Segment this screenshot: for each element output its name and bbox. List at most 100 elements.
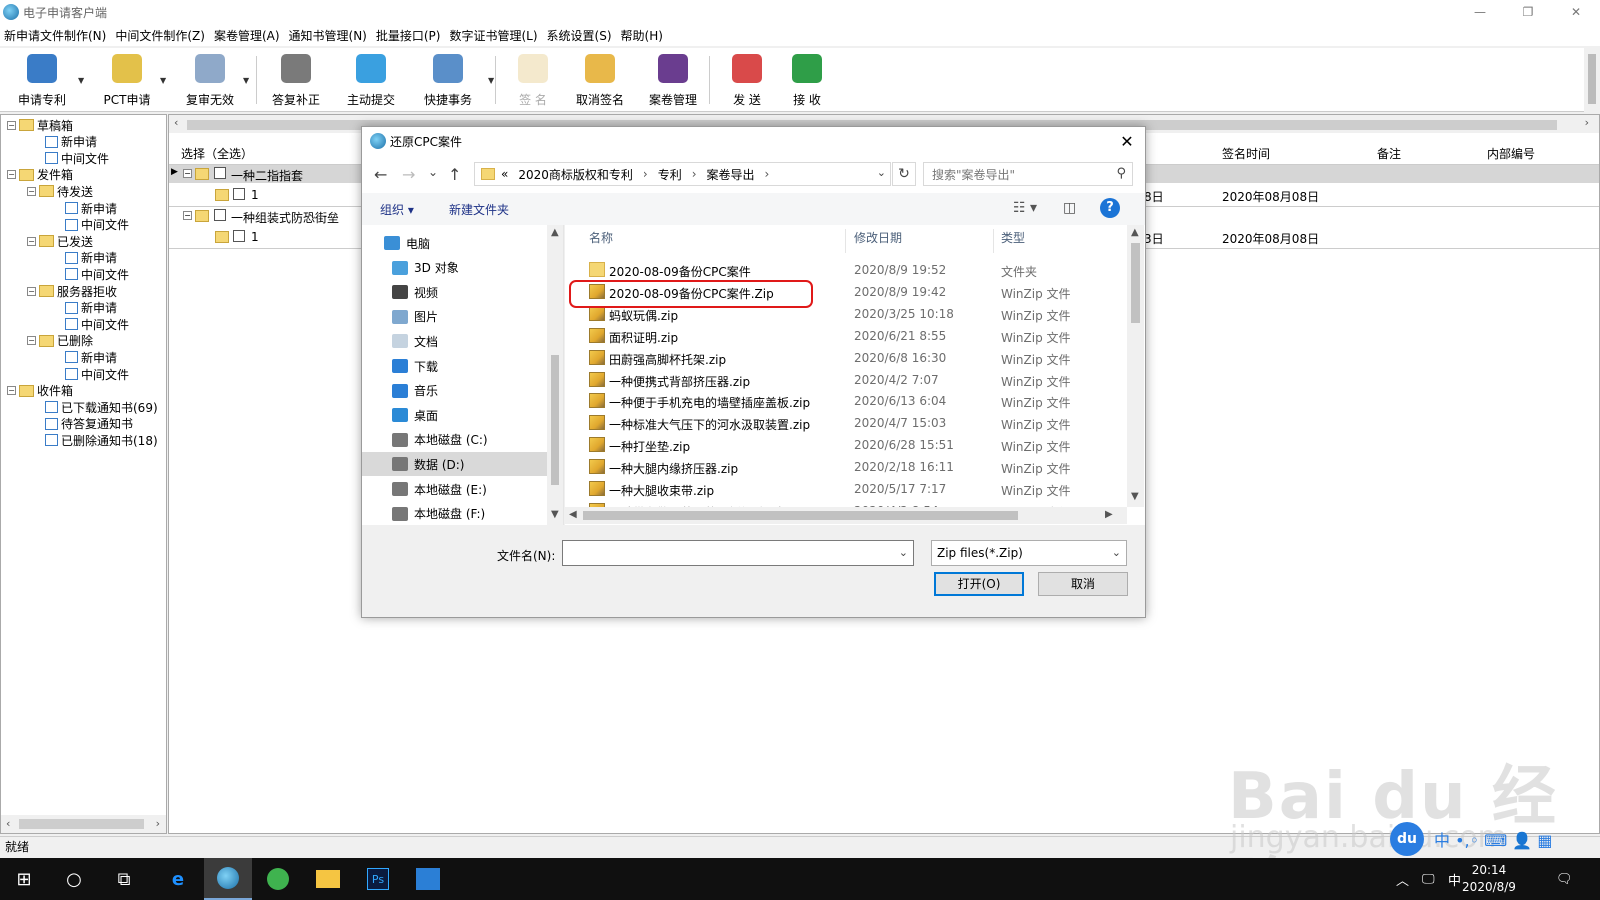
tree-node[interactable]: 中间文件 xyxy=(45,150,109,166)
restore-button[interactable]: ❐ xyxy=(1504,0,1552,24)
tree-horizontal-scrollbar[interactable]: ‹ › xyxy=(1,815,166,833)
column-header-note[interactable]: 备注 xyxy=(1377,145,1401,163)
toolbar-button-10[interactable]: 接 收 xyxy=(777,52,837,108)
file-row[interactable]: 一种打坐垫.zip 2020/6/28 15:51 WinZip 文件 xyxy=(565,434,1110,456)
collapse-icon[interactable]: − xyxy=(7,120,16,130)
breadcrumb-item[interactable]: 2020商标版权和专利 xyxy=(518,166,633,183)
nav-item[interactable]: 文档 xyxy=(362,329,547,353)
dropdown-arrow-icon[interactable]: ▼ xyxy=(160,76,166,85)
minimize-button[interactable]: — xyxy=(1456,0,1504,24)
menu-case-management[interactable]: 案卷管理(A) xyxy=(214,27,280,44)
column-header-date[interactable]: 修改日期 xyxy=(854,229,902,253)
nav-item[interactable]: 下载 xyxy=(362,354,547,378)
tree-node[interactable]: 新申请 xyxy=(65,250,117,266)
breadcrumb-item[interactable]: 专利 xyxy=(658,166,682,183)
column-header-sign-time[interactable]: 签名时间 xyxy=(1222,145,1270,163)
tree-node[interactable]: − 发件箱 xyxy=(7,167,73,183)
collapse-icon[interactable]: − xyxy=(27,286,36,296)
file-row[interactable]: 田蔚强高脚杯托架.zip 2020/6/8 16:30 WinZip 文件 xyxy=(565,347,1110,369)
cpc-client-button[interactable] xyxy=(204,858,252,900)
close-button[interactable]: ✕ xyxy=(1552,0,1600,24)
file-row[interactable]: 一种便携式背部挤压器.zip 2020/4/2 7:07 WinZip 文件 xyxy=(565,369,1110,391)
file-explorer-button[interactable] xyxy=(304,858,352,900)
toolbar-button-4[interactable]: 主动提交 xyxy=(341,52,401,108)
cancel-button[interactable]: 取消 xyxy=(1038,572,1128,596)
organize-button[interactable]: 组织 ▾ xyxy=(380,201,414,218)
ime-toolbar[interactable]: du 中 •,◦ ⌨ 👤 ▦ xyxy=(1390,822,1552,856)
tray-expand-icon[interactable]: ︿ xyxy=(1396,858,1409,900)
search-button[interactable]: ○ xyxy=(50,858,98,900)
tree-node[interactable]: 待答复通知书 xyxy=(45,416,133,432)
edge-button[interactable]: e xyxy=(154,858,202,900)
menu-help[interactable]: 帮助(H) xyxy=(621,27,663,44)
nav-item[interactable]: 视频 xyxy=(362,280,547,304)
up-arrow-icon[interactable]: ↑ xyxy=(448,165,461,184)
breadcrumb-overflow[interactable]: « xyxy=(501,167,508,181)
tree-node[interactable]: − 待发送 xyxy=(27,183,93,199)
toolbar-button-9[interactable]: 发 送 xyxy=(717,52,777,108)
dialog-close-button[interactable]: ✕ xyxy=(1109,127,1145,155)
browser-button[interactable] xyxy=(254,858,302,900)
dropdown-arrow-icon[interactable]: ▼ xyxy=(488,76,494,85)
nav-item[interactable]: 电脑 xyxy=(362,231,547,255)
tree-node[interactable]: 新申请 xyxy=(65,349,117,365)
toolbar-button-0[interactable]: 申请专利 xyxy=(12,52,72,108)
tree-node[interactable]: 中间文件 xyxy=(65,366,129,382)
menu-certificate-management[interactable]: 数字证书管理(L) xyxy=(449,27,537,44)
tree-node[interactable]: − 已发送 xyxy=(27,233,93,249)
filetype-select[interactable]: Zip files(*.Zip) ⌄ xyxy=(931,540,1127,566)
row-checkbox[interactable] xyxy=(214,167,226,179)
menu-notice-management[interactable]: 通知书管理(N) xyxy=(289,27,367,44)
nav-item[interactable]: 音乐 xyxy=(362,379,547,403)
tree-node[interactable]: 新申请 xyxy=(65,200,117,216)
file-list-vertical-scrollbar[interactable]: ▲ ▼ xyxy=(1127,225,1144,507)
file-row[interactable]: 2020-08-09备份CPC案件 2020/8/9 19:52 文件夹 xyxy=(565,259,1110,281)
ime-controls[interactable]: 中 •,◦ ⌨ 👤 ▦ xyxy=(1434,827,1552,851)
tree-node[interactable]: − 草稿箱 xyxy=(7,117,73,133)
file-list-horizontal-scrollbar[interactable]: ◀ ▶ xyxy=(565,507,1127,524)
row-checkbox[interactable] xyxy=(233,188,245,200)
toolbar-button-8[interactable]: 案卷管理 xyxy=(643,52,703,108)
menu-system-settings[interactable]: 系统设置(S) xyxy=(547,27,612,44)
collapse-icon[interactable]: − xyxy=(7,170,16,180)
nav-item[interactable]: 桌面 xyxy=(362,403,547,427)
address-bar[interactable]: « 2020商标版权和专利 › 专利 › 案卷导出 › ⌄ xyxy=(474,162,891,186)
photoshop-button[interactable]: Ps xyxy=(354,858,402,900)
view-options-icon[interactable]: ☷ ▾ xyxy=(1013,200,1037,216)
chevron-right-icon[interactable]: › xyxy=(692,167,697,181)
tree-node[interactable]: 已下载通知书(69) xyxy=(45,399,158,415)
filename-input[interactable]: ⌄ xyxy=(562,540,914,566)
chevron-right-icon[interactable]: › xyxy=(765,167,770,181)
collapse-icon[interactable]: − xyxy=(27,336,36,346)
collapse-icon[interactable]: − xyxy=(27,236,36,246)
menu-batch-interface[interactable]: 批量接口(P) xyxy=(376,27,441,44)
tree-node[interactable]: 中间文件 xyxy=(65,266,129,282)
dropdown-arrow-icon[interactable]: ▼ xyxy=(243,76,249,85)
clock[interactable]: 20:14 2020/8/9 xyxy=(1459,862,1519,896)
column-header-select[interactable]: 选择（全选） xyxy=(181,145,253,163)
toolbar-scrollbar[interactable] xyxy=(1584,48,1600,114)
notifications-icon[interactable]: 🗨 xyxy=(1556,858,1573,900)
refresh-button[interactable]: ↻ xyxy=(892,162,916,186)
breadcrumb-item[interactable]: 案卷导出 xyxy=(707,166,755,183)
tree-node[interactable]: 新申请 xyxy=(45,134,97,150)
help-button[interactable]: ? xyxy=(1100,198,1120,218)
tree-node[interactable]: 中间文件 xyxy=(65,316,129,332)
toolbar-button-3[interactable]: 答复补正 xyxy=(266,52,326,108)
collapse-icon[interactable]: − xyxy=(7,386,16,396)
column-header-name[interactable]: 名称 xyxy=(589,229,613,253)
column-header-type[interactable]: 类型 xyxy=(1001,229,1025,253)
column-header-internal-no[interactable]: 内部编号 xyxy=(1487,145,1535,163)
tree-node[interactable]: − 服务器拒收 xyxy=(27,283,117,299)
nav-item[interactable]: 3D 对象 xyxy=(362,256,547,280)
row-checkbox[interactable] xyxy=(214,209,226,221)
nav-item[interactable]: 本地磁盘 (C:) xyxy=(362,428,547,452)
preview-pane-icon[interactable]: ◫ xyxy=(1063,200,1076,216)
chevron-right-icon[interactable]: › xyxy=(643,167,648,181)
nav-item[interactable]: 图片 xyxy=(362,305,547,329)
chevron-down-icon[interactable]: ⌄ xyxy=(877,166,886,179)
new-folder-button[interactable]: 新建文件夹 xyxy=(449,201,509,218)
menu-intermediate-file[interactable]: 中间文件制作(Z) xyxy=(115,27,205,44)
search-input[interactable]: 搜索"案卷导出" ⚲ xyxy=(923,162,1133,186)
menu-new-application[interactable]: 新申请文件制作(N) xyxy=(4,27,106,44)
